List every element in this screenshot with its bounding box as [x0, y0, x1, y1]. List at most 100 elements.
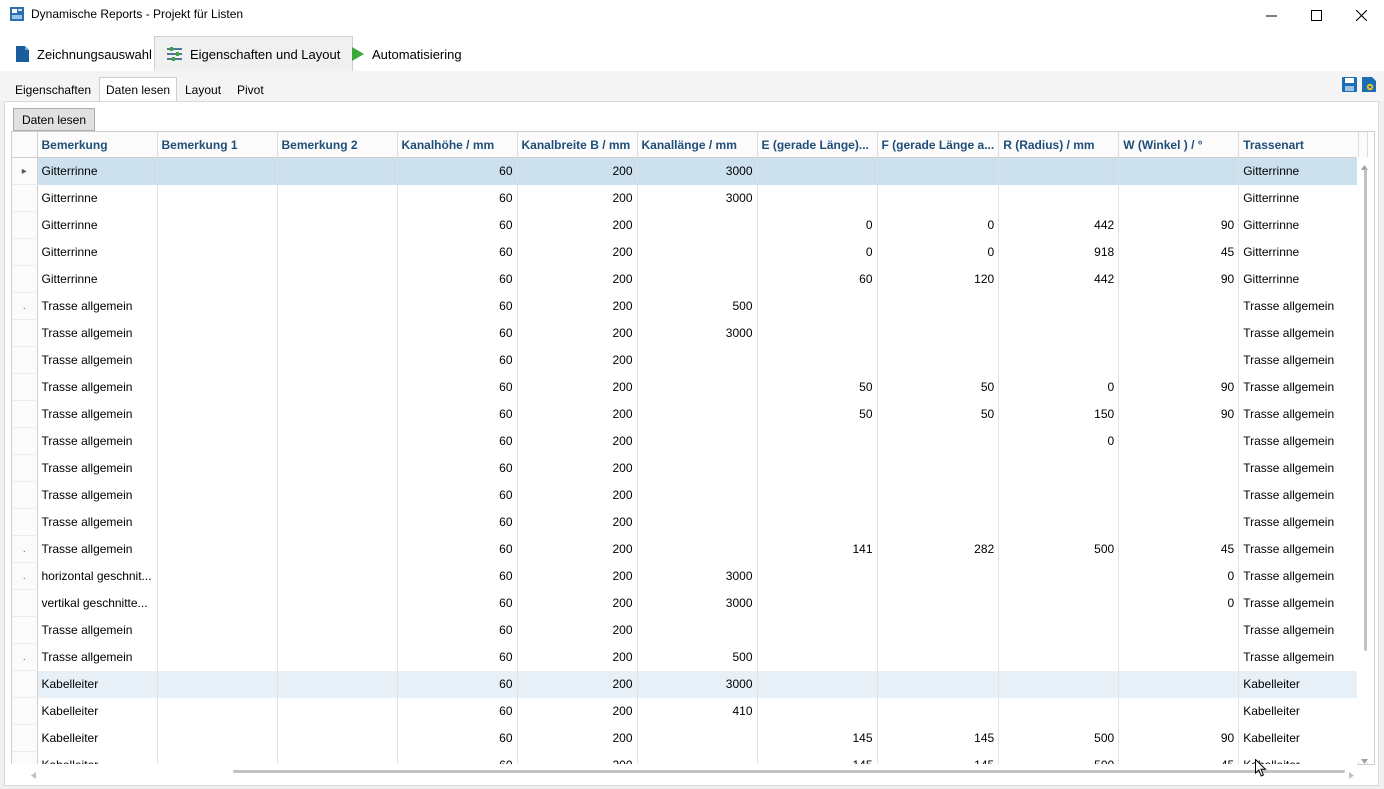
table-cell[interactable]: [1118, 184, 1240, 212]
row-header[interactable]: [12, 265, 38, 293]
table-cell[interactable]: [1118, 508, 1240, 536]
row-header[interactable]: [12, 616, 38, 644]
table-cell[interactable]: 45: [1118, 238, 1240, 266]
table-cell[interactable]: 0: [998, 373, 1120, 401]
table-cell[interactable]: [277, 319, 398, 347]
table-cell[interactable]: [157, 265, 278, 293]
table-cell[interactable]: 200: [517, 427, 638, 455]
table-cell[interactable]: [1118, 427, 1240, 455]
table-cell[interactable]: 60: [397, 427, 518, 455]
table-cell[interactable]: [277, 346, 398, 374]
table-cell[interactable]: [757, 184, 878, 212]
table-cell[interactable]: [157, 454, 278, 482]
table-cell[interactable]: [157, 400, 278, 428]
table-row[interactable]: Kabelleiter 60 200 145 145 500 45 Kabelleiter: [12, 751, 1369, 764]
table-cell[interactable]: [157, 670, 278, 698]
table-cell[interactable]: Gitterrinne: [1238, 211, 1360, 239]
table-cell[interactable]: 60: [397, 751, 518, 764]
table-cell[interactable]: 90: [1118, 265, 1240, 293]
table-cell[interactable]: 60: [397, 346, 518, 374]
table-cell[interactable]: 90: [1118, 400, 1240, 428]
table-cell[interactable]: 200: [517, 562, 638, 590]
row-header[interactable]: [12, 373, 38, 401]
table-cell[interactable]: Trasse allgemein: [1238, 535, 1360, 563]
table-cell[interactable]: [277, 670, 398, 698]
row-header[interactable]: [12, 697, 38, 725]
table-cell[interactable]: 60: [397, 481, 518, 509]
table-cell[interactable]: 410: [637, 697, 758, 725]
scroll-down-arrow-icon[interactable]: [1361, 753, 1368, 767]
table-cell[interactable]: [757, 454, 878, 482]
table-cell[interactable]: Trasse allgemein: [1238, 292, 1360, 320]
table-cell[interactable]: [998, 454, 1120, 482]
table-cell[interactable]: 0: [1118, 562, 1240, 590]
table-cell[interactable]: 90: [1118, 373, 1240, 401]
table-cell[interactable]: [157, 697, 278, 725]
table-cell[interactable]: 60: [397, 508, 518, 536]
table-cell[interactable]: [637, 616, 758, 644]
grid-corner[interactable]: [12, 132, 38, 158]
table-cell[interactable]: 200: [517, 400, 638, 428]
column-header[interactable]: E (gerade Länge)...: [757, 132, 878, 158]
read-data-button[interactable]: Daten lesen: [13, 108, 95, 131]
table-cell[interactable]: vertikal geschnitte...: [37, 589, 158, 617]
table-cell[interactable]: 500: [998, 535, 1120, 563]
table-cell[interactable]: 500: [637, 643, 758, 671]
table-cell[interactable]: [277, 184, 398, 212]
table-cell[interactable]: Trasse allgemein: [1238, 373, 1360, 401]
table-cell[interactable]: 200: [517, 751, 638, 764]
table-cell[interactable]: 120: [877, 265, 1000, 293]
table-cell[interactable]: [637, 751, 758, 764]
table-row[interactable]: Gitterrinne 60 200 0 0 918 45 Gitterrinne: [12, 238, 1369, 266]
column-header[interactable]: F (gerade Länge a...: [877, 132, 1000, 158]
table-cell[interactable]: 45: [1118, 751, 1240, 764]
table-cell[interactable]: Trasse allgemein: [1238, 562, 1360, 590]
table-cell[interactable]: Trasse allgemein: [1238, 508, 1360, 536]
column-header[interactable]: Trassenart: [1238, 132, 1360, 158]
table-cell[interactable]: [877, 319, 1000, 347]
table-cell[interactable]: Gitterrinne: [1238, 238, 1360, 266]
table-cell[interactable]: [998, 346, 1120, 374]
table-cell[interactable]: 200: [517, 508, 638, 536]
scroll-right-arrow-icon[interactable]: [1349, 768, 1354, 782]
column-header[interactable]: Kanalbreite B / mm: [517, 132, 638, 158]
table-cell[interactable]: [277, 643, 398, 671]
table-cell[interactable]: 50: [757, 373, 878, 401]
column-header[interactable]: R (Radius) / mm: [998, 132, 1120, 158]
table-cell[interactable]: [757, 319, 878, 347]
table-cell[interactable]: 3000: [637, 589, 758, 617]
table-cell[interactable]: [877, 184, 1000, 212]
table-cell[interactable]: 442: [998, 211, 1120, 239]
table-cell[interactable]: 50: [877, 400, 1000, 428]
table-cell[interactable]: Kabelleiter: [37, 697, 158, 725]
table-cell[interactable]: [157, 508, 278, 536]
table-row[interactable]: Trasse allgemein 60 200 Trasse allgemein: [12, 346, 1369, 374]
table-cell[interactable]: 200: [517, 238, 638, 266]
table-cell[interactable]: 60: [397, 319, 518, 347]
table-cell[interactable]: 60: [397, 535, 518, 563]
table-cell[interactable]: 3000: [637, 184, 758, 212]
table-cell[interactable]: 60: [397, 670, 518, 698]
table-cell[interactable]: Trasse allgemein: [37, 373, 158, 401]
table-cell[interactable]: 50: [877, 373, 1000, 401]
table-cell[interactable]: [1118, 292, 1240, 320]
table-cell[interactable]: [1118, 481, 1240, 509]
table-cell[interactable]: 60: [397, 373, 518, 401]
table-cell[interactable]: 60: [397, 589, 518, 617]
table-cell[interactable]: [1118, 643, 1240, 671]
row-header[interactable]: .: [12, 643, 38, 671]
horizontal-scroll-thumb[interactable]: [233, 770, 1345, 773]
table-row[interactable]: Kabelleiter 60 200 410 Kabelleiter: [12, 697, 1369, 725]
tab-eigenschaften-und-layout[interactable]: Eigenschaften und Layout: [154, 36, 354, 71]
table-cell[interactable]: [277, 589, 398, 617]
table-cell[interactable]: 60: [397, 157, 518, 185]
table-cell[interactable]: Trasse allgemein: [37, 292, 158, 320]
table-cell[interactable]: [637, 724, 758, 752]
table-cell[interactable]: 60: [397, 616, 518, 644]
table-cell[interactable]: 60: [397, 643, 518, 671]
tab-automatisiering[interactable]: Automatisiering: [352, 37, 462, 71]
table-cell[interactable]: [998, 184, 1120, 212]
table-cell[interactable]: Trasse allgemein: [37, 643, 158, 671]
table-cell[interactable]: [157, 373, 278, 401]
table-cell[interactable]: 60: [397, 724, 518, 752]
